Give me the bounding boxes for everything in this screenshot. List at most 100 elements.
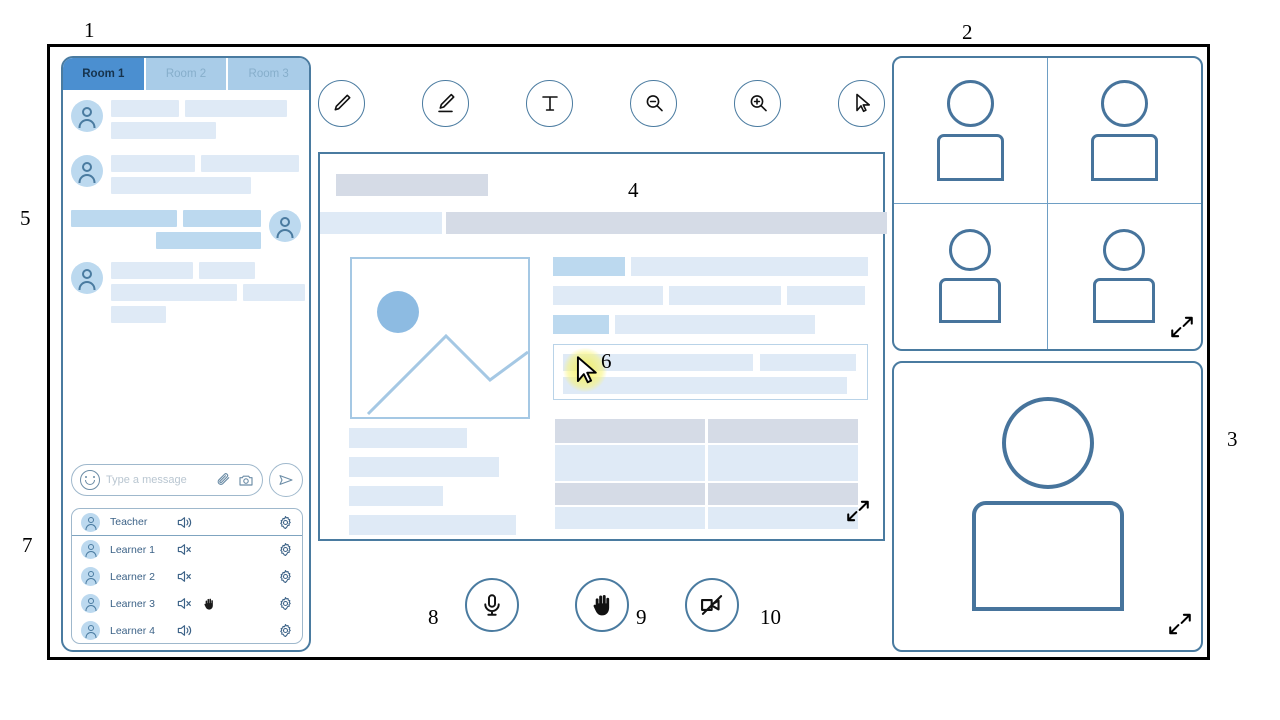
- raised-hand-icon[interactable]: [198, 597, 220, 611]
- table-cell: [708, 507, 858, 529]
- participant-row-learner-2[interactable]: Learner 2: [72, 563, 302, 590]
- speaker-muted-icon[interactable]: [176, 569, 198, 584]
- text-tool-button[interactable]: [526, 79, 573, 127]
- doc-row1-label: [553, 257, 625, 276]
- highlighter-tool-button[interactable]: [422, 79, 469, 127]
- participant-name: Learner 1: [110, 543, 155, 556]
- speaker-on-icon[interactable]: [176, 623, 198, 638]
- speaker-expand-button[interactable]: [1167, 611, 1193, 642]
- raise-hand-button[interactable]: [575, 578, 629, 632]
- annotation-10: 10: [760, 605, 781, 629]
- table-cell: [555, 507, 705, 529]
- zoom-in-icon: [750, 95, 767, 112]
- chat-message-list[interactable]: [63, 90, 309, 442]
- screenshot-canvas: Room 1 Room 2 Room 3 Type a message Teac…: [0, 0, 1280, 720]
- participant-row-learner-1[interactable]: Learner 1: [72, 536, 302, 563]
- camera-off-icon: [701, 595, 723, 615]
- highlighter-icon: [437, 93, 454, 113]
- participant-row-learner-3[interactable]: Learner 3: [72, 590, 302, 617]
- participant-tile-2[interactable]: [1047, 58, 1201, 204]
- avatar: [71, 155, 103, 187]
- paperclip-icon[interactable]: [216, 472, 232, 488]
- microphone-button[interactable]: [465, 578, 519, 632]
- expand-icon: [1171, 316, 1193, 338]
- microphone-icon: [484, 594, 500, 616]
- text-icon: [541, 96, 558, 111]
- chat-message: [71, 100, 301, 139]
- annotation-4: 4: [628, 178, 639, 202]
- message-bubbles: [71, 210, 261, 249]
- smiley-icon[interactable]: [80, 470, 100, 490]
- annotation-8: 8: [428, 605, 439, 629]
- hand-icon: [593, 594, 610, 616]
- document-expand-button[interactable]: [845, 498, 871, 529]
- search-input-placeholder: Type a message: [106, 474, 187, 486]
- participant-settings-button[interactable]: [278, 569, 293, 584]
- gear-icon: [280, 542, 291, 557]
- participant-settings-button[interactable]: [278, 515, 293, 530]
- participant-settings-button[interactable]: [278, 596, 293, 611]
- doc-row1-value: [631, 257, 868, 276]
- tab-room-2-label: Room 2: [165, 68, 207, 80]
- doc-subheader-right: [446, 212, 887, 234]
- pointer-tool-button[interactable]: [838, 79, 885, 127]
- doc-subheader-left: [320, 212, 442, 234]
- image-placeholder-icon: [350, 257, 530, 419]
- participant-row-teacher[interactable]: Teacher: [72, 509, 302, 536]
- message-bubbles: [111, 262, 305, 323]
- expand-icon: [1169, 613, 1191, 635]
- annotation-2: 2: [962, 20, 973, 44]
- avatar: [71, 262, 103, 294]
- gear-icon: [280, 569, 291, 584]
- active-speaker-tile[interactable]: [892, 361, 1203, 652]
- zoom-in-button[interactable]: [734, 79, 781, 127]
- annotation-toolbar: [318, 78, 888, 128]
- tab-room-3-label: Room 3: [248, 68, 289, 80]
- participant-settings-button[interactable]: [278, 623, 293, 638]
- speaker-muted-icon[interactable]: [176, 596, 198, 611]
- doc-title-block: [336, 174, 488, 196]
- participant-name: Learner 3: [110, 597, 155, 610]
- person-icon: [1093, 229, 1156, 324]
- pencil-tool-button[interactable]: [318, 79, 365, 127]
- camera-off-button[interactable]: [685, 578, 739, 632]
- participant-settings-button[interactable]: [278, 542, 293, 557]
- avatar: [81, 512, 100, 532]
- tab-room-2[interactable]: Room 2: [143, 58, 227, 90]
- message-input-wrapper[interactable]: Type a message: [71, 464, 263, 496]
- participant-list: Teacher Learner 1 Learner 2 Learner 3 Le…: [71, 508, 303, 644]
- chat-message-outgoing: [71, 210, 301, 249]
- table-header-cell: [708, 419, 858, 443]
- send-button[interactable]: [269, 463, 303, 497]
- annotation-9: 9: [636, 605, 647, 629]
- chat-message: [71, 155, 301, 194]
- person-icon: [936, 79, 1004, 181]
- participant-name: Learner 4: [110, 624, 155, 637]
- speaker-on-icon[interactable]: [176, 515, 198, 530]
- participant-row-learner-4[interactable]: Learner 4: [72, 617, 302, 643]
- video-grid-expand-button[interactable]: [1169, 314, 1195, 345]
- participant-video-grid[interactable]: [892, 56, 1203, 351]
- participant-tile-1[interactable]: [894, 58, 1048, 204]
- pointer-icon: [855, 93, 870, 113]
- document-content: [320, 154, 887, 539]
- table-header-cell: [555, 419, 705, 443]
- message-bubbles: [111, 100, 287, 139]
- table-cell: [555, 445, 705, 481]
- tab-room-1-label: Room 1: [82, 68, 125, 80]
- avatar: [81, 540, 100, 559]
- send-icon: [279, 475, 293, 485]
- annotation-5: 5: [20, 206, 31, 230]
- tab-room-3[interactable]: Room 3: [226, 58, 309, 90]
- zoom-out-button[interactable]: [630, 79, 677, 127]
- avatar: [71, 100, 103, 132]
- tab-room-1[interactable]: Room 1: [63, 58, 144, 90]
- annotation-6: 6: [601, 349, 612, 373]
- participant-tile-4[interactable]: [1048, 204, 1202, 350]
- room-tabs: Room 1 Room 2 Room 3: [63, 58, 309, 90]
- shared-document-viewer[interactable]: [318, 152, 887, 541]
- camera-icon[interactable]: [238, 472, 254, 488]
- participant-name: Learner 2: [110, 570, 155, 583]
- speaker-muted-icon[interactable]: [176, 542, 198, 557]
- participant-tile-3[interactable]: [894, 203, 1048, 349]
